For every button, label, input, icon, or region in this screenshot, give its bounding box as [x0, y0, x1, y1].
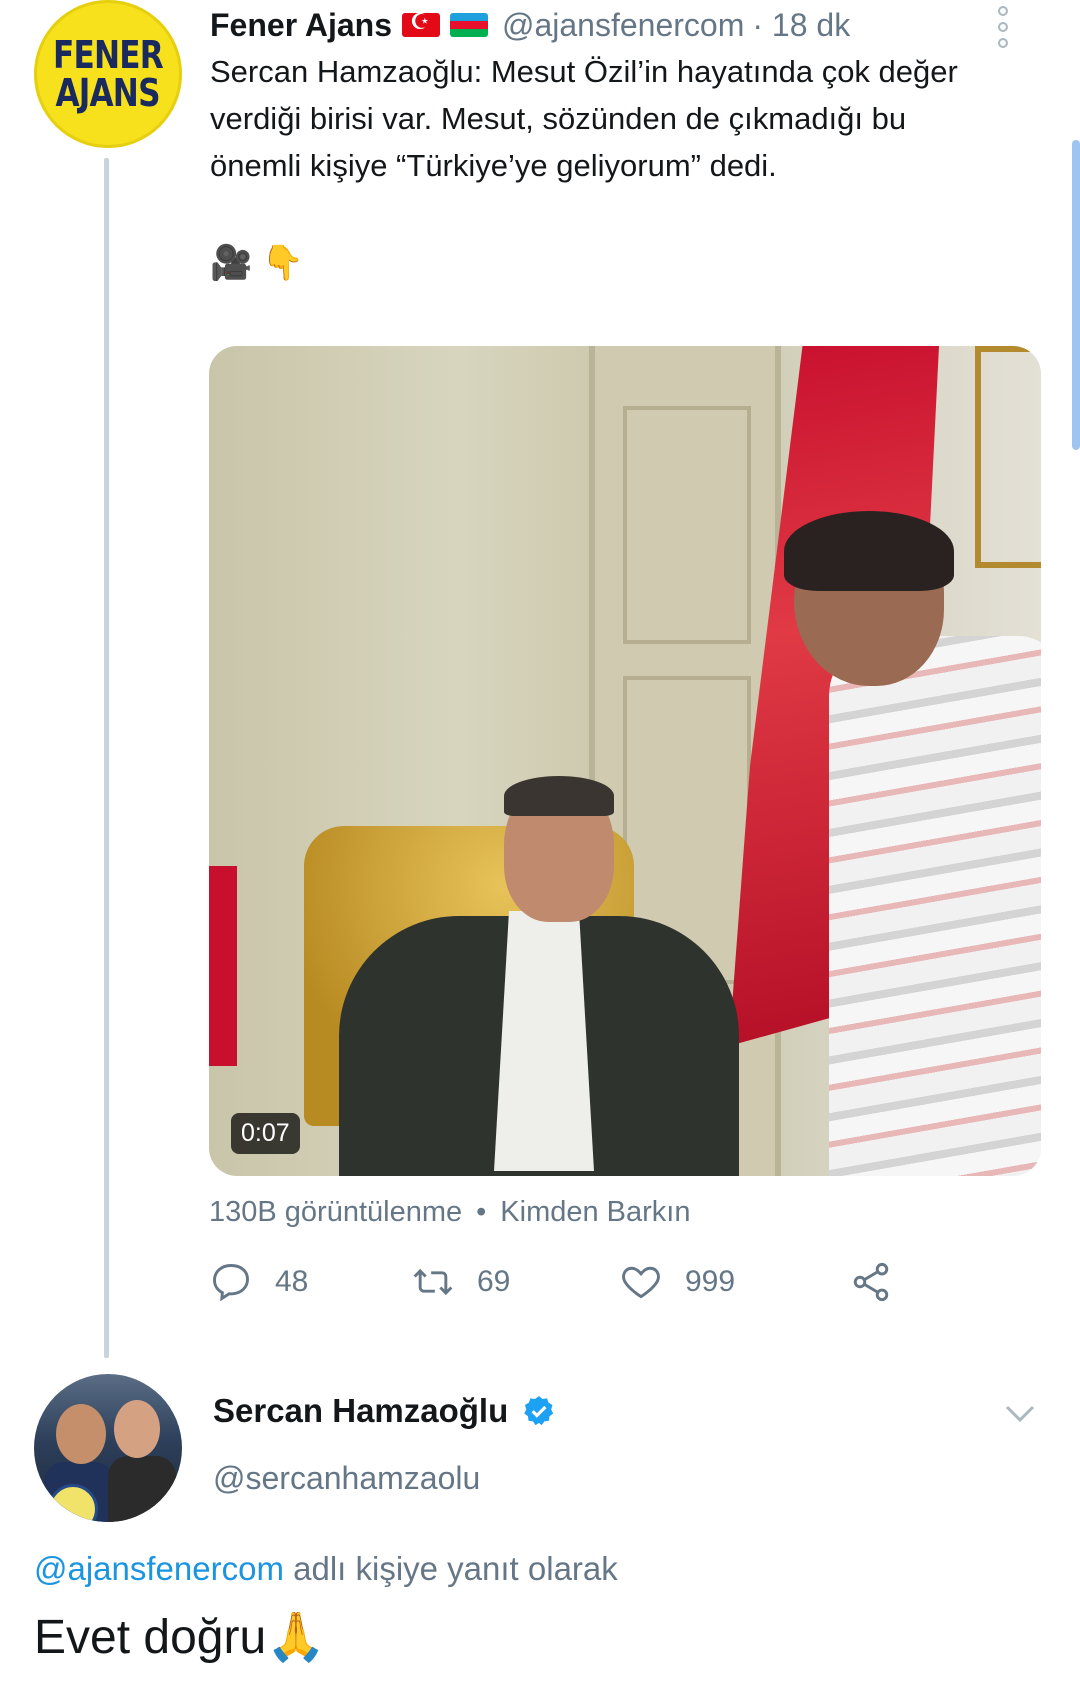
reply-context: @ajansfenercom adlı kişiye yanıt olarak [34, 1550, 618, 1588]
chevron-down-icon[interactable] [1004, 1404, 1036, 1424]
tweet-header: Fener Ajans @ajansfenercom · 18 dk [210, 0, 1050, 50]
reply-author-avatar[interactable] [34, 1374, 182, 1522]
video-duration: 0:07 [231, 1113, 300, 1154]
verified-badge-icon [524, 1396, 554, 1426]
share-icon [853, 1262, 889, 1302]
heart-icon [622, 1266, 660, 1299]
retweet-button[interactable]: 69 [411, 1260, 510, 1304]
video-scene-flag-left [209, 866, 237, 1066]
reply-icon [213, 1264, 249, 1302]
tweet-text: Sercan Hamzaoğlu: Mesut Özil’in hayatınd… [210, 54, 958, 183]
tweet-time: · 18 dk [752, 6, 851, 43]
author-handle[interactable]: @ajansfenercom [502, 7, 744, 44]
share-button[interactable] [849, 1260, 893, 1304]
tweet-emojis: 🎥 👇 [210, 244, 305, 282]
avatar-text-line1: FENER [53, 33, 164, 77]
tweet-actions: 48 69 999 [209, 1260, 909, 1312]
source-attribution[interactable]: Kimden Barkın [500, 1196, 690, 1228]
reply-author-handle[interactable]: @sercanhamzaolu [213, 1460, 480, 1497]
more-options-icon[interactable] [998, 6, 1010, 48]
tweet: Fener Ajans @ajansfenercom · 18 dk Serca… [210, 0, 1050, 287]
reply-button[interactable]: 48 [209, 1260, 308, 1304]
video-scene-frame [975, 346, 1041, 568]
reply-author-name[interactable]: Sercan Hamzaoğlu [213, 1392, 508, 1430]
reply-author: Sercan Hamzaoğlu [213, 1392, 556, 1430]
avatar[interactable]: FENER AJANS [34, 0, 182, 148]
azerbaijan-flag-icon [449, 13, 488, 37]
author-name[interactable]: Fener Ajans [210, 7, 392, 44]
avatar-text-line2: AJANS [55, 71, 161, 115]
retweet-count: 69 [477, 1265, 511, 1298]
like-count: 999 [685, 1265, 736, 1298]
reply-to-link[interactable]: @ajansfenercom [34, 1550, 284, 1587]
video-scene-hair-2 [784, 511, 954, 591]
view-count: 130B görüntülenme [209, 1196, 463, 1228]
thread-connector-line [104, 158, 109, 1358]
video-scene-hair [504, 776, 614, 816]
reply-text: Evet doğru🙏 [34, 1611, 326, 1664]
retweet-icon [413, 1268, 453, 1296]
reply-count: 48 [275, 1265, 309, 1298]
like-button[interactable]: 999 [619, 1260, 735, 1304]
video-scene-shirt [494, 911, 594, 1171]
video-player[interactable]: 0:07 [209, 346, 1041, 1176]
scrollbar-thumb[interactable] [1072, 140, 1080, 450]
reply-to-suffix: adlı kişiye yanıt olarak [283, 1550, 618, 1587]
turkey-flag-icon [401, 13, 440, 37]
video-scene-person-standing [829, 636, 1041, 1176]
views-line: 130B görüntülenme • Kimden Barkın [209, 1196, 691, 1228]
